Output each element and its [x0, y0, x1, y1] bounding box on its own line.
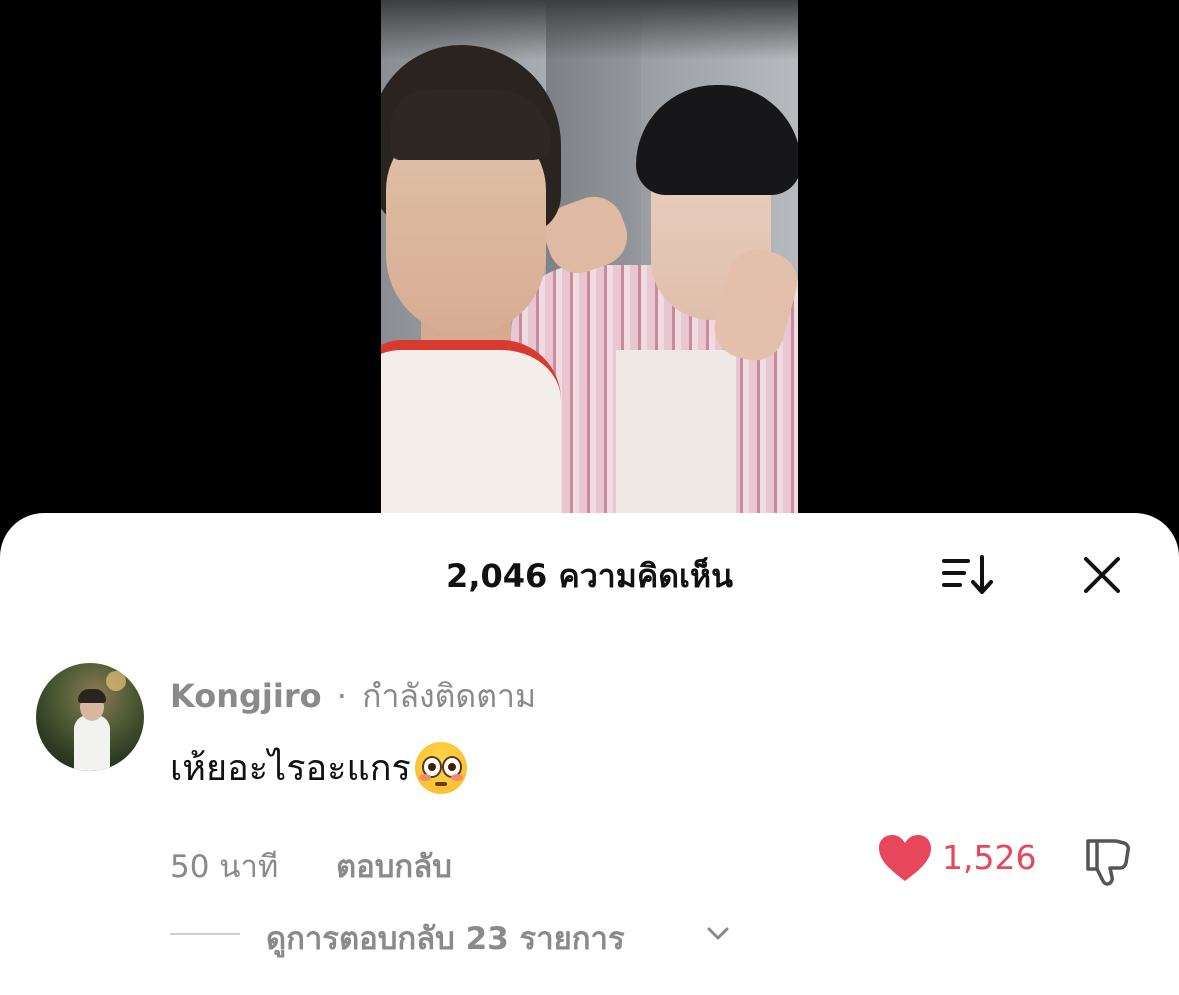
comment-text: เห้ยอะไรอะแกร: [170, 739, 467, 796]
view-replies-button[interactable]: ดูการตอบกลับ 23 รายการ: [170, 913, 770, 957]
comment-body: เห้ยอะไรอะแกร: [170, 748, 411, 789]
heart-icon: [879, 835, 931, 881]
replies-divider: [170, 933, 240, 935]
comment-count-title: 2,046 ความคิดเห็น: [446, 557, 733, 595]
person-2-tshirt: [616, 350, 736, 540]
avatar-figure-body: [74, 715, 110, 771]
comments-header: 2,046 ความคิดเห็น: [0, 513, 1179, 633]
chevron-down-icon: [707, 927, 729, 940]
avatar[interactable]: [36, 663, 144, 771]
thumbs-down-icon: [1086, 839, 1130, 886]
close-icon: [1084, 557, 1120, 593]
sort-icon: [942, 555, 993, 594]
comments-sheet: 2,046 ความคิดเห็น Kongjiro · กำลังติดตาม…: [0, 513, 1179, 995]
person-1-shirt: [381, 340, 561, 540]
avatar-figure-hair: [78, 689, 106, 703]
comment-author-line: Kongjiro · กำลังติดตาม: [170, 671, 536, 722]
close-button[interactable]: [1078, 551, 1126, 599]
like-button[interactable]: [877, 833, 933, 885]
separator: ·: [336, 677, 347, 715]
reply-button[interactable]: ตอบกลับ: [336, 841, 452, 891]
screen: 2,046 ความคิดเห็น Kongjiro · กำลังติดตาม…: [0, 0, 1179, 995]
comment-item: Kongjiro · กำลังติดตาม เห้ยอะไรอะแกร 50 …: [0, 663, 1179, 993]
like-count: 1,526: [942, 838, 1037, 877]
avatar-light: [106, 671, 126, 691]
sort-button[interactable]: [940, 551, 1000, 599]
person-1-fringe: [391, 90, 551, 160]
dislike-button[interactable]: [1080, 833, 1134, 887]
video-preview[interactable]: [381, 0, 798, 540]
flushed-face-emoji: [414, 741, 467, 794]
follow-status: กำลังติดตาม: [362, 677, 537, 715]
username[interactable]: Kongjiro: [170, 677, 322, 715]
comment-time: 50 นาที: [170, 849, 279, 885]
view-replies-label: ดูการตอบกลับ 23 รายการ: [266, 921, 625, 957]
